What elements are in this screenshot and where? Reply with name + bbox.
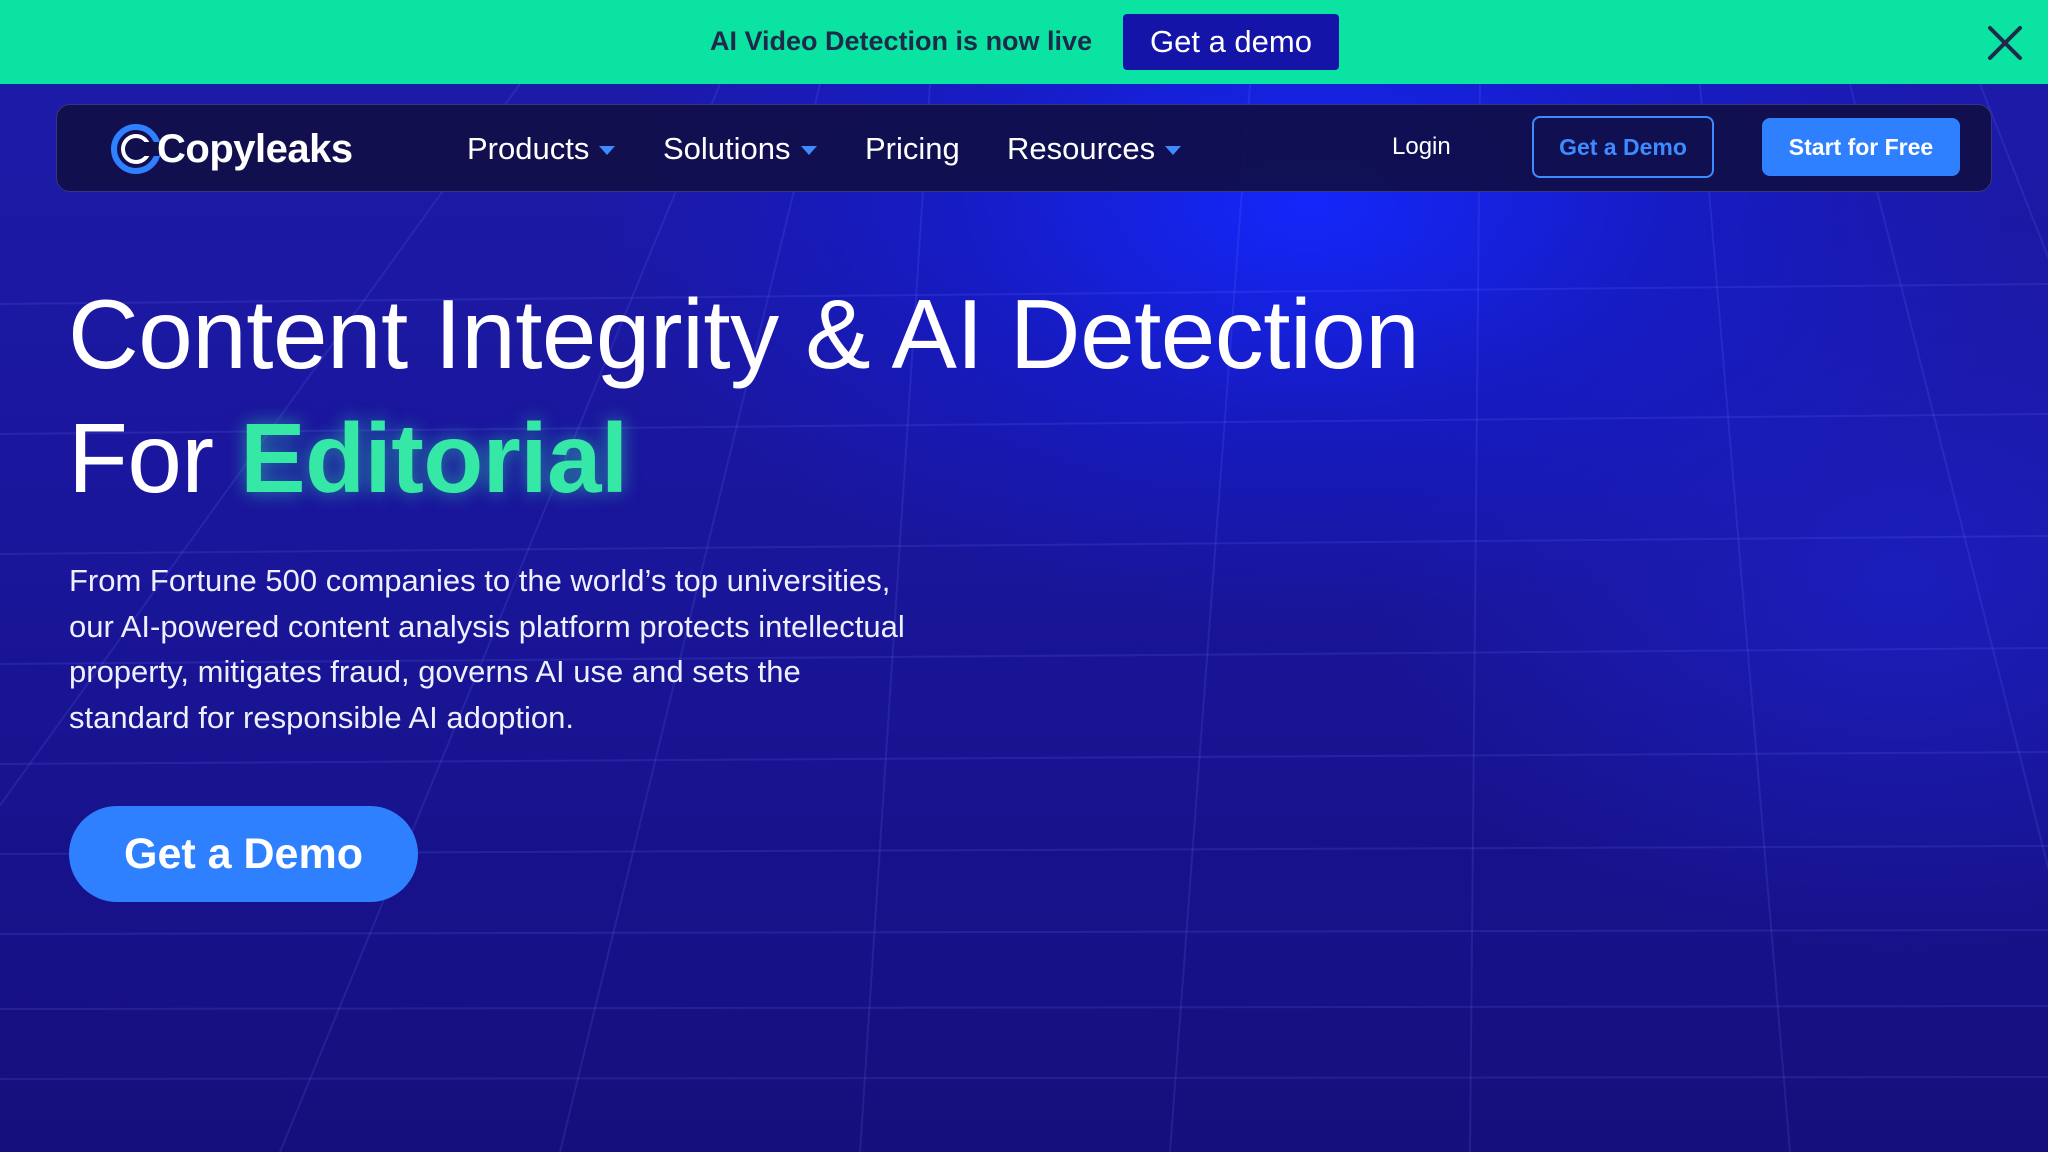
close-icon[interactable] xyxy=(1986,24,2024,62)
chevron-down-icon xyxy=(800,145,817,155)
chevron-down-icon xyxy=(1165,145,1182,155)
start-for-free-button[interactable]: Start for Free xyxy=(1762,118,1960,176)
nav-solutions-label: Solutions xyxy=(663,131,791,166)
announcement-bar: AI Video Detection is now live Get a dem… xyxy=(0,0,2048,84)
logo-text: Copyleaks xyxy=(157,126,353,171)
hero-title-prefix: For xyxy=(68,403,214,513)
hero-get-demo-button[interactable]: Get a Demo xyxy=(69,806,418,902)
hero-description: From Fortune 500 companies to the world’… xyxy=(69,563,905,735)
nav-pricing-label: Pricing xyxy=(865,131,960,166)
logo[interactable]: Copyleaks xyxy=(109,119,353,179)
nav-resources-label: Resources xyxy=(1007,131,1156,166)
nav-solutions[interactable]: Solutions xyxy=(663,129,817,169)
hero-title-line1: Content Integrity & AI Detection xyxy=(68,279,1420,389)
main-navbar: Copyleaks Products Solutions Pricing Res… xyxy=(56,104,1992,192)
hero-title: Content Integrity & AI Detection For Edi… xyxy=(68,272,1420,520)
hero-title-line2: For Editorial xyxy=(68,396,1419,520)
hero-title-accent: Editorial xyxy=(240,403,628,513)
nav-get-demo-button[interactable]: Get a Demo xyxy=(1532,116,1714,178)
nav-products-label: Products xyxy=(467,131,590,166)
chevron-down-icon xyxy=(599,145,616,155)
login-link[interactable]: Login xyxy=(1392,133,1451,161)
copyleaks-logo-icon xyxy=(111,124,161,174)
announcement-demo-button[interactable]: Get a demo xyxy=(1123,14,1339,70)
nav-products[interactable]: Products xyxy=(467,129,616,169)
nav-pricing[interactable]: Pricing xyxy=(865,129,960,169)
nav-resources[interactable]: Resources xyxy=(1007,129,1182,169)
announcement-text: AI Video Detection is now live xyxy=(710,26,1093,56)
